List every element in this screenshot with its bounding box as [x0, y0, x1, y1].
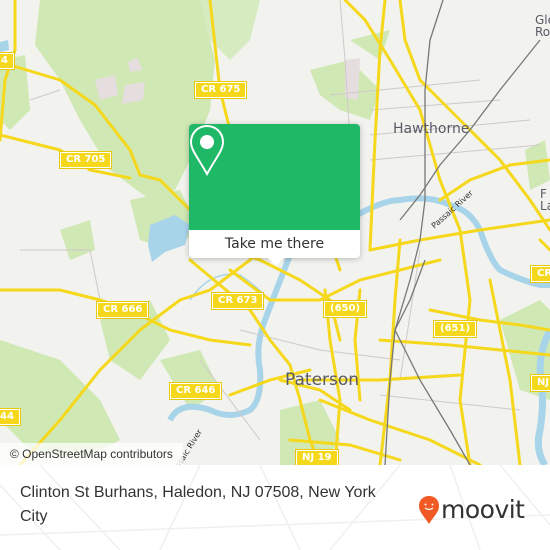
- road-shield-cr-646: CR 646: [168, 382, 223, 400]
- place-label-hawthorne: Hawthorne: [393, 121, 470, 137]
- road-shield-651: (651): [432, 320, 478, 338]
- address-text: Clinton St Burhans, Haledon, NJ 07508, N…: [20, 484, 376, 525]
- road-shield-cr-705: CR 705: [58, 151, 113, 169]
- road-shield-edge-left-bottom: 44: [0, 408, 21, 426]
- road-shield-cr-666: CR 666: [95, 301, 150, 319]
- road-shield-edge-right-nj: NJ: [529, 374, 550, 392]
- map-view[interactable]: CR 675 CR 705 CR 666 CR 673 (650) (651) …: [0, 0, 550, 465]
- road-shield-nj-19: NJ 19: [295, 449, 339, 465]
- popup-header: [189, 124, 360, 230]
- place-label-paterson: Paterson: [285, 370, 360, 390]
- road-shield-cr-673: CR 673: [210, 292, 265, 310]
- take-me-there-button[interactable]: Take me there: [189, 230, 360, 258]
- road-shield-cr-675: CR 675: [193, 81, 248, 99]
- moovit-pin-icon: [419, 496, 439, 524]
- footer: Clinton St Burhans, Haledon, NJ 07508, N…: [0, 465, 550, 550]
- road-shield-650: (650): [322, 300, 368, 318]
- moovit-wordmark: moovit: [441, 495, 525, 524]
- map-attribution[interactable]: © OpenStreetMap contributors: [0, 443, 183, 465]
- road-shield-edge-left-top: 4: [0, 52, 15, 70]
- place-label-glen-rock: Gle Ro: [535, 13, 550, 39]
- road-shield-edge-right-cr: CR: [529, 265, 550, 283]
- popup-pointer: [268, 258, 284, 266]
- destination-popup: Take me there: [189, 124, 360, 258]
- place-label-fair-lawn: F La: [540, 187, 550, 213]
- moovit-logo[interactable]: moovit: [418, 495, 525, 525]
- map-pin-icon: [189, 124, 225, 176]
